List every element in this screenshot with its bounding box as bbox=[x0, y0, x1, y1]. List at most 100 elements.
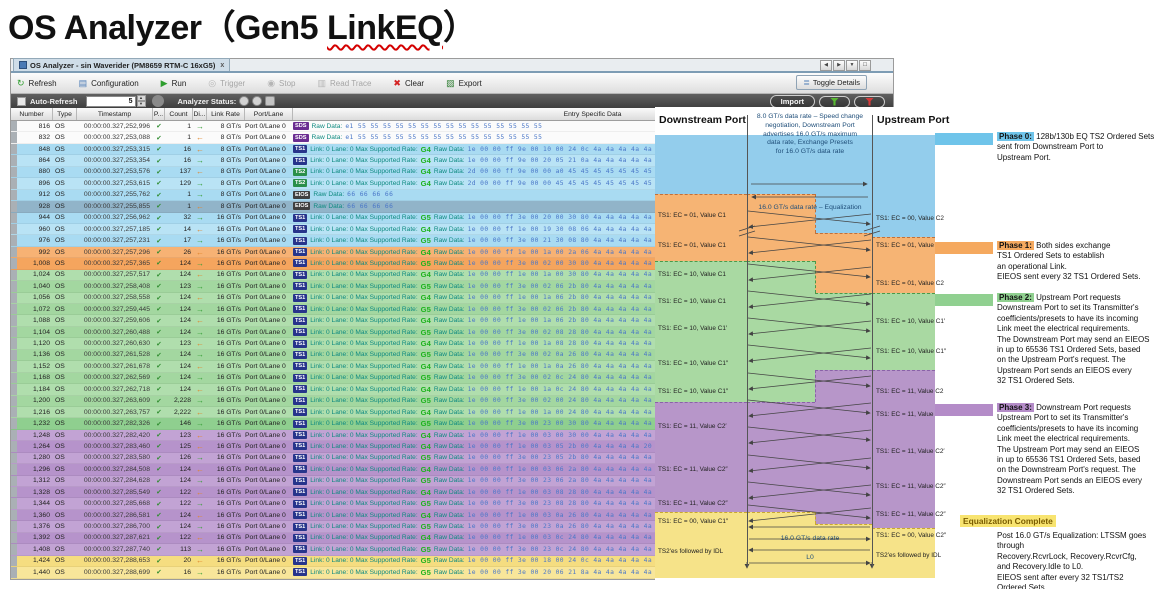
phase-1-connector bbox=[935, 242, 993, 254]
row-number: 1,104 bbox=[17, 329, 53, 336]
row-count: 124 bbox=[165, 306, 193, 313]
column-header-di-[interactable]: Di... bbox=[193, 108, 207, 120]
export-button[interactable]: ▨Export bbox=[446, 79, 482, 88]
raw-data-label: Raw Data: bbox=[434, 351, 465, 358]
arrow-left-icon: ← bbox=[193, 431, 207, 440]
arrow-right-icon: → bbox=[193, 522, 207, 531]
raw-data-hex: 1e 00 00 ff 3e 00 23 0a 26 80 4a 4a 4a 4… bbox=[468, 523, 665, 530]
row-count: 124 bbox=[165, 512, 193, 519]
checkmark-icon: ✔ bbox=[153, 122, 165, 130]
raw-data-label: Raw Data: bbox=[434, 363, 465, 370]
max-rate-gen: G5 bbox=[421, 396, 431, 405]
upstream-ts-label: TS1: EC = 10, Value C1″ bbox=[876, 348, 946, 355]
raw-data-label: Raw Data: bbox=[434, 386, 465, 393]
row-link-rate: 16 GT/s bbox=[207, 432, 245, 439]
column-header-type[interactable]: Type bbox=[53, 108, 77, 120]
upstream-ts-label: TS1: EC = 11, Value C2 bbox=[876, 411, 943, 418]
stop-icon: ◉ bbox=[267, 79, 275, 88]
tab-close-icon[interactable]: x bbox=[220, 62, 224, 69]
entry-link-info: Link: 0 Lane: 0 Max Supported Rate: bbox=[310, 512, 417, 519]
row-count: 124 bbox=[165, 260, 193, 267]
window-control-2[interactable]: ▼ bbox=[846, 60, 858, 71]
row-type: OS bbox=[53, 340, 77, 347]
column-header-number[interactable]: Number bbox=[11, 108, 53, 120]
ordered-set-badge: TS1 bbox=[293, 545, 307, 553]
column-header-p-[interactable]: P... bbox=[153, 108, 165, 120]
ordered-set-badge: TS1 bbox=[293, 362, 307, 370]
raw-data-label: Raw Data: bbox=[313, 191, 344, 198]
column-header-link-rate[interactable]: Link Rate bbox=[207, 108, 245, 120]
ordered-set-badge: SDS bbox=[293, 134, 309, 142]
row-port-lane: Port 0/Lane 0 bbox=[245, 489, 293, 496]
row-port-lane: Port 0/Lane 0 bbox=[245, 249, 293, 256]
arrow-right-icon: → bbox=[193, 419, 207, 428]
checkmark-icon: ✔ bbox=[153, 408, 165, 416]
row-port-lane: Port 0/Lane 0 bbox=[245, 512, 293, 519]
column-header-count[interactable]: Count bbox=[165, 108, 193, 120]
red-funnel-icon bbox=[865, 98, 874, 106]
row-link-rate: 16 GT/s bbox=[207, 214, 245, 221]
window-control-0[interactable]: ◀ bbox=[820, 60, 832, 71]
run-button[interactable]: ▶Run bbox=[161, 79, 187, 88]
refresh-button[interactable]: ↻Refresh bbox=[17, 79, 57, 88]
auto-refresh-checkbox[interactable] bbox=[17, 97, 26, 106]
raw-data-hex: 1e 00 00 ff 3e 00 21 30 08 80 4a 4a 4a 4… bbox=[468, 237, 665, 244]
arrow-right-icon: → bbox=[193, 282, 207, 291]
raw-data-label: Raw Data: bbox=[434, 237, 465, 244]
row-port-lane: Port 0/Lane 0 bbox=[245, 374, 293, 381]
column-header-port-lane[interactable]: Port/Lane bbox=[245, 108, 293, 120]
row-port-lane: Port 0/Lane 0 bbox=[245, 226, 293, 233]
raw-data-hex: 1e 00 00 ff 3e 00 23 06 2a 80 4a 4a 4a 4… bbox=[468, 477, 665, 484]
max-rate-gen: G5 bbox=[421, 476, 431, 485]
raw-data-label: Raw Data: bbox=[434, 157, 465, 164]
clear-button[interactable]: ✖Clear bbox=[393, 79, 424, 88]
filter-include-button[interactable] bbox=[819, 96, 850, 108]
raw-data-hex: 1e 00 00 ff 3e 00 23 00 30 80 4a 4a 4a 4… bbox=[468, 420, 665, 427]
row-type: OS bbox=[53, 203, 77, 210]
raw-data-label: Raw Data: bbox=[434, 477, 465, 484]
arrow-right-icon: → bbox=[193, 236, 207, 245]
row-number: 1,328 bbox=[17, 489, 53, 496]
row-count: 124 bbox=[165, 523, 193, 530]
row-type: OS bbox=[53, 386, 77, 393]
ordered-set-badge: TS1 bbox=[293, 225, 307, 233]
refresh-interval-input[interactable]: 5 bbox=[86, 96, 136, 107]
toolbar-button-label: Clear bbox=[405, 79, 424, 88]
row-number: 1,248 bbox=[17, 432, 53, 439]
row-count: 124 bbox=[165, 351, 193, 358]
ordered-set-badge: EIOS bbox=[293, 191, 310, 199]
row-count: 16 bbox=[165, 569, 193, 576]
column-header-timestamp[interactable]: Timestamp bbox=[77, 108, 153, 120]
raw-data-label: Raw Data: bbox=[434, 500, 465, 507]
window-control-3[interactable]: ☐ bbox=[859, 60, 871, 71]
filter-exclude-button[interactable] bbox=[854, 96, 885, 108]
row-link-rate: 8 GT/s bbox=[207, 146, 245, 153]
row-count: 124 bbox=[165, 374, 193, 381]
row-link-rate: 16 GT/s bbox=[207, 283, 245, 290]
raw-data-hex: 2d 00 00 ff 9e 00 00 45 45 45 45 45 45 4… bbox=[468, 180, 665, 187]
checkmark-icon: ✔ bbox=[153, 351, 165, 359]
ordered-set-badge: TS1 bbox=[293, 431, 307, 439]
interval-stepper[interactable]: ▲▼ bbox=[137, 95, 146, 107]
row-type: OS bbox=[53, 454, 77, 461]
raw-data-hex: 1e 00 00 ff 3e 00 02 06 2b 80 4a 4a 4a 4… bbox=[468, 283, 665, 290]
raw-data-label: Raw Data: bbox=[434, 329, 465, 336]
row-port-lane: Port 0/Lane 0 bbox=[245, 477, 293, 484]
upstream-ts-label: TS1: EC = 01, Value C2 bbox=[876, 280, 944, 287]
tab-os-analyzer[interactable]: OS Analyzer - sin Waverider (PM8659 RTM-… bbox=[13, 58, 230, 71]
stop-button: ◉Stop bbox=[267, 79, 295, 88]
row-timestamp: 00:00:00.327,285,668 bbox=[77, 500, 153, 507]
ordered-set-badge: TS2 bbox=[293, 168, 307, 176]
configuration-button[interactable]: ▤Configuration bbox=[79, 79, 139, 88]
toggle-details-button[interactable]: ≣ Toggle Details bbox=[796, 75, 867, 90]
checkmark-icon: ✔ bbox=[153, 568, 165, 576]
checkmark-icon: ✔ bbox=[153, 248, 165, 256]
window-control-1[interactable]: ▶ bbox=[833, 60, 845, 71]
row-count: 123 bbox=[165, 340, 193, 347]
raw-data-label: Raw Data: bbox=[434, 214, 465, 221]
row-timestamp: 00:00:00.327,257,296 bbox=[77, 249, 153, 256]
row-link-rate: 16 GT/s bbox=[207, 374, 245, 381]
status-lamp-3 bbox=[265, 96, 275, 106]
ordered-set-badge: TS1 bbox=[293, 282, 307, 290]
row-port-lane: Port 0/Lane 0 bbox=[245, 168, 293, 175]
